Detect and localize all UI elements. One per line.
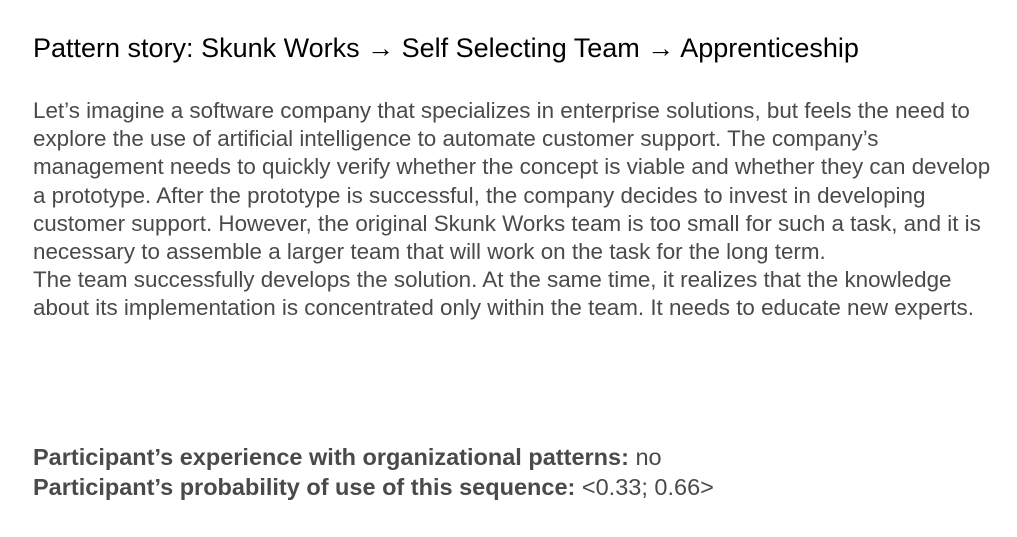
- probability-label: Participant’s probability of use of this…: [33, 474, 576, 500]
- story-paragraph-1: Let’s imagine a software company that sp…: [33, 98, 991, 265]
- probability-value: <0.33; 0.66>: [581, 474, 714, 500]
- probability-row: Participant’s probability of use of this…: [33, 472, 714, 502]
- experience-value: no: [635, 444, 662, 470]
- story-paragraph-2: The team successfully develops the solut…: [33, 267, 974, 321]
- page-title: Pattern story: Skunk Works → Self Select…: [33, 33, 859, 63]
- document-page: Pattern story: Skunk Works → Self Select…: [33, 30, 1003, 500]
- experience-label: Participant’s experience with organizati…: [33, 444, 629, 470]
- story-text: Let’s imagine a software company that sp…: [33, 97, 1003, 323]
- experience-row: Participant’s experience with organizati…: [33, 442, 714, 472]
- participant-info: Participant’s experience with organizati…: [33, 442, 714, 502]
